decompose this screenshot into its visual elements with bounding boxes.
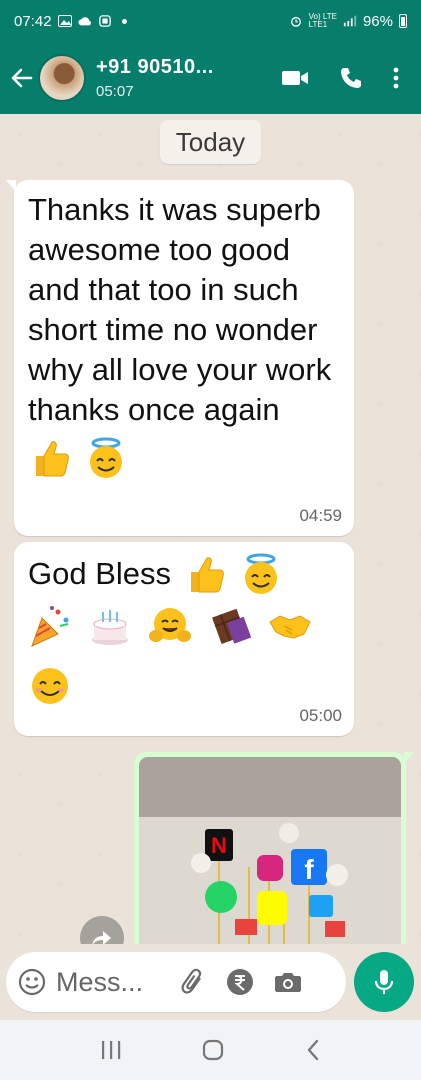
message-time: 05:00 <box>299 706 342 725</box>
chat-header: +91 90510... 05:07 <box>0 42 421 114</box>
message-time: 04:59 <box>299 506 342 525</box>
network-info: Vo) LTE LTE1 <box>308 12 337 29</box>
video-call-icon[interactable] <box>281 68 309 88</box>
payment-rupee-icon[interactable] <box>226 968 254 996</box>
signal-icon <box>343 15 357 27</box>
microphone-icon <box>374 970 394 994</box>
back-nav-icon[interactable] <box>304 1038 322 1062</box>
input-bar <box>0 944 421 1020</box>
svg-text:f: f <box>304 854 314 885</box>
home-icon[interactable] <box>201 1038 225 1062</box>
app-notification-icon <box>98 15 111 27</box>
more-notifications-dot <box>121 18 127 24</box>
alarm-icon <box>290 16 301 27</box>
message-bubble[interactable]: Thanks it was superb awesome too good an… <box>6 180 354 536</box>
forward-button[interactable] <box>80 916 124 944</box>
voice-record-button[interactable] <box>354 952 414 1012</box>
emoji-icon[interactable] <box>18 968 46 996</box>
smiling-face-with-halo-icon <box>245 553 278 594</box>
image-message[interactable]: N f <box>134 752 414 944</box>
smiling-face-with-smiling-eyes-icon <box>32 668 68 704</box>
photo[interactable]: N f <box>139 757 401 944</box>
message-input-box[interactable] <box>6 952 346 1012</box>
camera-icon[interactable] <box>274 970 302 994</box>
avatar[interactable] <box>38 54 86 102</box>
gallery-notification-icon <box>57 15 72 27</box>
recent-apps-icon[interactable] <box>99 1039 123 1061</box>
battery-icon <box>399 14 407 28</box>
status-bar: 07:42 Vo) LTE LTE1 96% <box>0 0 421 42</box>
smiling-face-with-halo-icon <box>90 437 122 478</box>
message-input[interactable] <box>56 966 156 998</box>
handshake-icon <box>269 615 311 639</box>
date-label: Today <box>160 120 261 164</box>
emoji-row <box>28 436 340 480</box>
back-button[interactable] <box>8 64 36 92</box>
back-arrow-icon <box>11 68 33 88</box>
message-text: God Bless <box>28 556 172 591</box>
contact-name: +91 90510... <box>96 56 214 78</box>
voice-call-icon[interactable] <box>339 66 363 90</box>
cake-toppers-photo: N f <box>139 757 401 944</box>
top-bar: 07:42 Vo) LTE LTE1 96% +91 90510... 05:0… <box>0 0 421 114</box>
thumbs-up-icon <box>191 557 224 593</box>
more-options-icon[interactable] <box>393 66 399 90</box>
system-nav-bar <box>0 1020 421 1080</box>
battery-percent: 96% <box>362 12 393 30</box>
party-popper-icon <box>31 606 69 647</box>
emoji-row <box>28 604 340 708</box>
hugging-face-icon <box>149 608 191 642</box>
status-time: 07:42 <box>14 12 52 30</box>
forward-arrow-icon <box>92 931 111 944</box>
last-seen: 05:07 <box>96 83 134 100</box>
attach-icon[interactable] <box>180 968 206 996</box>
message-bubble[interactable]: God Bless 05:00 <box>14 542 354 736</box>
chat-area[interactable]: Today Thanks it was superb awesome too g… <box>0 114 421 944</box>
cloud-notification-icon <box>77 17 91 26</box>
birthday-cake-icon <box>92 610 128 645</box>
contact-info[interactable]: +91 90510... 05:07 <box>96 56 281 100</box>
message-text: Thanks it was superb awesome too good an… <box>28 192 332 427</box>
svg-text:N: N <box>211 833 227 858</box>
thumbs-up-icon <box>36 441 69 477</box>
chocolate-bar-icon <box>212 608 252 644</box>
